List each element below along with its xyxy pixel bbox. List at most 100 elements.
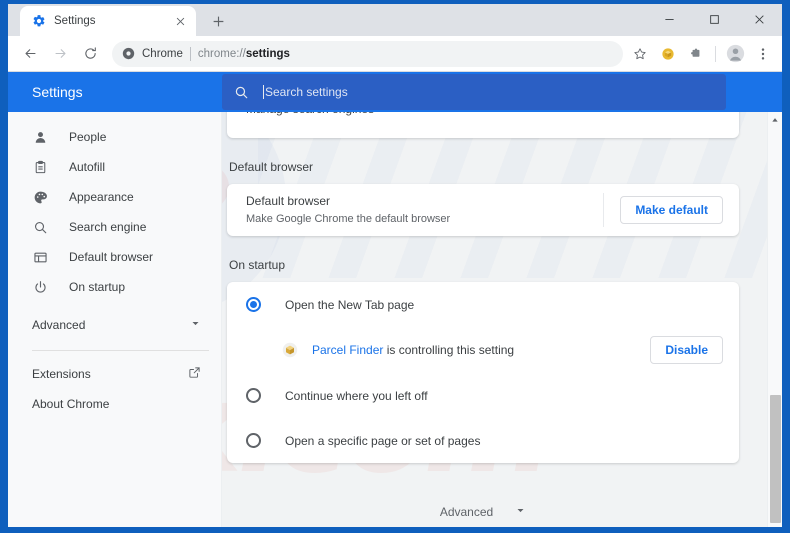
three-dot-menu-icon[interactable] (750, 41, 776, 67)
sidebar-item-appearance[interactable]: Appearance (8, 182, 221, 212)
search-engine-card: Manage search engines (227, 112, 739, 138)
radio-button[interactable] (246, 388, 261, 403)
chevron-down-icon (515, 505, 526, 519)
sidebar-about-label: About Chrome (32, 397, 110, 411)
reload-icon[interactable] (76, 40, 104, 68)
chevron-right-icon (712, 112, 723, 118)
back-arrow-icon[interactable] (16, 40, 44, 68)
omnibox-url-page: settings (245, 47, 290, 60)
sidebar-item-extensions[interactable]: Extensions (8, 359, 221, 389)
chrome-icon (122, 47, 135, 60)
startup-option-continue[interactable]: Continue where you left off (227, 373, 739, 418)
on-startup-card: Open the New Tab page Parcel Finder is c… (227, 282, 739, 463)
sidebar-item-autofill[interactable]: Autofill (8, 152, 221, 182)
clipboard-icon (32, 159, 49, 176)
section-title-default-browser: Default browser (229, 160, 314, 174)
row-divider (603, 193, 605, 227)
address-bar[interactable]: Chrome chrome://settings (112, 40, 623, 67)
search-input[interactable]: Search settings (263, 85, 714, 99)
tab-strip: Settings (8, 4, 782, 36)
sidebar-item-label: Default browser (69, 250, 154, 264)
close-icon[interactable] (172, 13, 188, 29)
disable-extension-button[interactable]: Disable (650, 336, 723, 364)
new-tab-button[interactable] (204, 7, 232, 35)
scrollbar-track[interactable] (768, 127, 783, 523)
scrollbar-thumb[interactable] (769, 395, 781, 523)
tab-title: Settings (54, 15, 96, 27)
power-icon (32, 279, 49, 296)
advanced-expander-label: Advanced (439, 505, 494, 519)
omnibox-url-prefix: chrome:// (197, 47, 246, 60)
browser-window-icon (32, 249, 49, 266)
vertical-scrollbar[interactable] (767, 112, 782, 527)
extension-control-notice: Parcel Finder is controlling this settin… (227, 327, 739, 373)
tab-settings[interactable]: Settings (20, 6, 196, 36)
window-controls (647, 4, 782, 34)
sidebar-item-default-browser[interactable]: Default browser (8, 242, 221, 272)
sidebar-divider (32, 350, 209, 351)
search-placeholder: Search settings (265, 85, 348, 99)
browser-toolbar: Chrome chrome://settings (8, 36, 782, 72)
manage-search-engines-label: Manage search engines (246, 112, 712, 116)
advanced-expander[interactable]: Advanced (227, 497, 739, 527)
default-browser-subtitle: Make Google Chrome the default browser (246, 213, 451, 225)
default-browser-title: Default browser (246, 194, 331, 208)
sidebar-item-label: Appearance (69, 190, 134, 204)
search-icon (234, 85, 249, 100)
avatar-icon[interactable] (722, 41, 748, 67)
close-icon[interactable] (737, 4, 782, 34)
sidebar-item-about-chrome[interactable]: About Chrome (8, 389, 221, 419)
radio-button[interactable] (246, 433, 261, 448)
settings-content: Manage search engines Default browser (222, 112, 782, 527)
sidebar-item-advanced[interactable]: Advanced (8, 308, 221, 342)
make-default-button[interactable]: Make default (620, 196, 723, 224)
extension-name-link[interactable]: Parcel Finder (312, 343, 383, 357)
parcel-finder-icon[interactable] (655, 41, 681, 67)
page-title: Settings (32, 84, 83, 100)
parcel-finder-icon (282, 342, 298, 358)
browser-window-content: Settings Chrome chrome://settings Settin… (8, 4, 782, 527)
search-settings-box[interactable]: Search settings (222, 74, 726, 110)
startup-option-label: Open a specific page or set of pages (285, 433, 481, 448)
palette-icon (32, 189, 49, 206)
toolbar-divider (715, 45, 716, 62)
manage-search-engines-row[interactable]: Manage search engines (227, 112, 739, 133)
startup-option-new-tab[interactable]: Open the New Tab page (227, 282, 739, 327)
browser-window: Settings Chrome chrome://settings Settin… (0, 0, 790, 533)
sidebar-item-label: People (69, 130, 107, 144)
star-icon[interactable] (627, 41, 653, 67)
maximize-icon[interactable] (692, 4, 737, 34)
startup-option-specific-page[interactable]: Open a specific page or set of pages (227, 418, 739, 463)
open-in-new-icon (188, 366, 201, 382)
magnifier-icon (32, 219, 49, 236)
startup-option-label: Open the New Tab page (285, 297, 415, 312)
chevron-down-icon (190, 318, 201, 332)
section-title-on-startup: On startup (229, 258, 286, 272)
sidebar-item-label: On startup (69, 280, 126, 294)
omnibox-url: chrome://settings (198, 48, 290, 60)
gear-icon (32, 14, 46, 28)
sidebar-advanced-label: Advanced (32, 318, 86, 332)
radio-button[interactable] (246, 297, 261, 312)
omnibox-scheme-label: Chrome (142, 47, 183, 60)
extension-notice-suffix: is controlling this setting (383, 343, 515, 357)
sidebar-item-label: Autofill (69, 160, 106, 174)
scroll-up-arrow-icon[interactable] (768, 112, 783, 127)
startup-option-label: Continue where you left off (285, 388, 428, 403)
omnibox-divider (189, 46, 191, 61)
sidebar-extensions-label: Extensions (32, 367, 91, 381)
sidebar-item-label: Search engine (69, 220, 147, 234)
settings-header: Settings Search settings (8, 72, 782, 112)
settings-sidebar: People Autofill Appearance Search engine… (8, 112, 222, 527)
text-caret (263, 85, 264, 99)
extension-notice-text: Parcel Finder is controlling this settin… (312, 343, 650, 357)
sidebar-item-on-startup[interactable]: On startup (8, 272, 221, 302)
sidebar-item-people[interactable]: People (8, 122, 221, 152)
settings-body: risk.com People (8, 112, 782, 527)
extension-puzzle-icon[interactable] (683, 41, 709, 67)
person-icon (32, 129, 49, 146)
sidebar-item-search-engine[interactable]: Search engine (8, 212, 221, 242)
default-browser-card: Default browser Make Google Chrome the d… (227, 184, 739, 236)
minimize-icon[interactable] (647, 4, 692, 34)
default-browser-texts: Default browser Make Google Chrome the d… (246, 193, 603, 227)
